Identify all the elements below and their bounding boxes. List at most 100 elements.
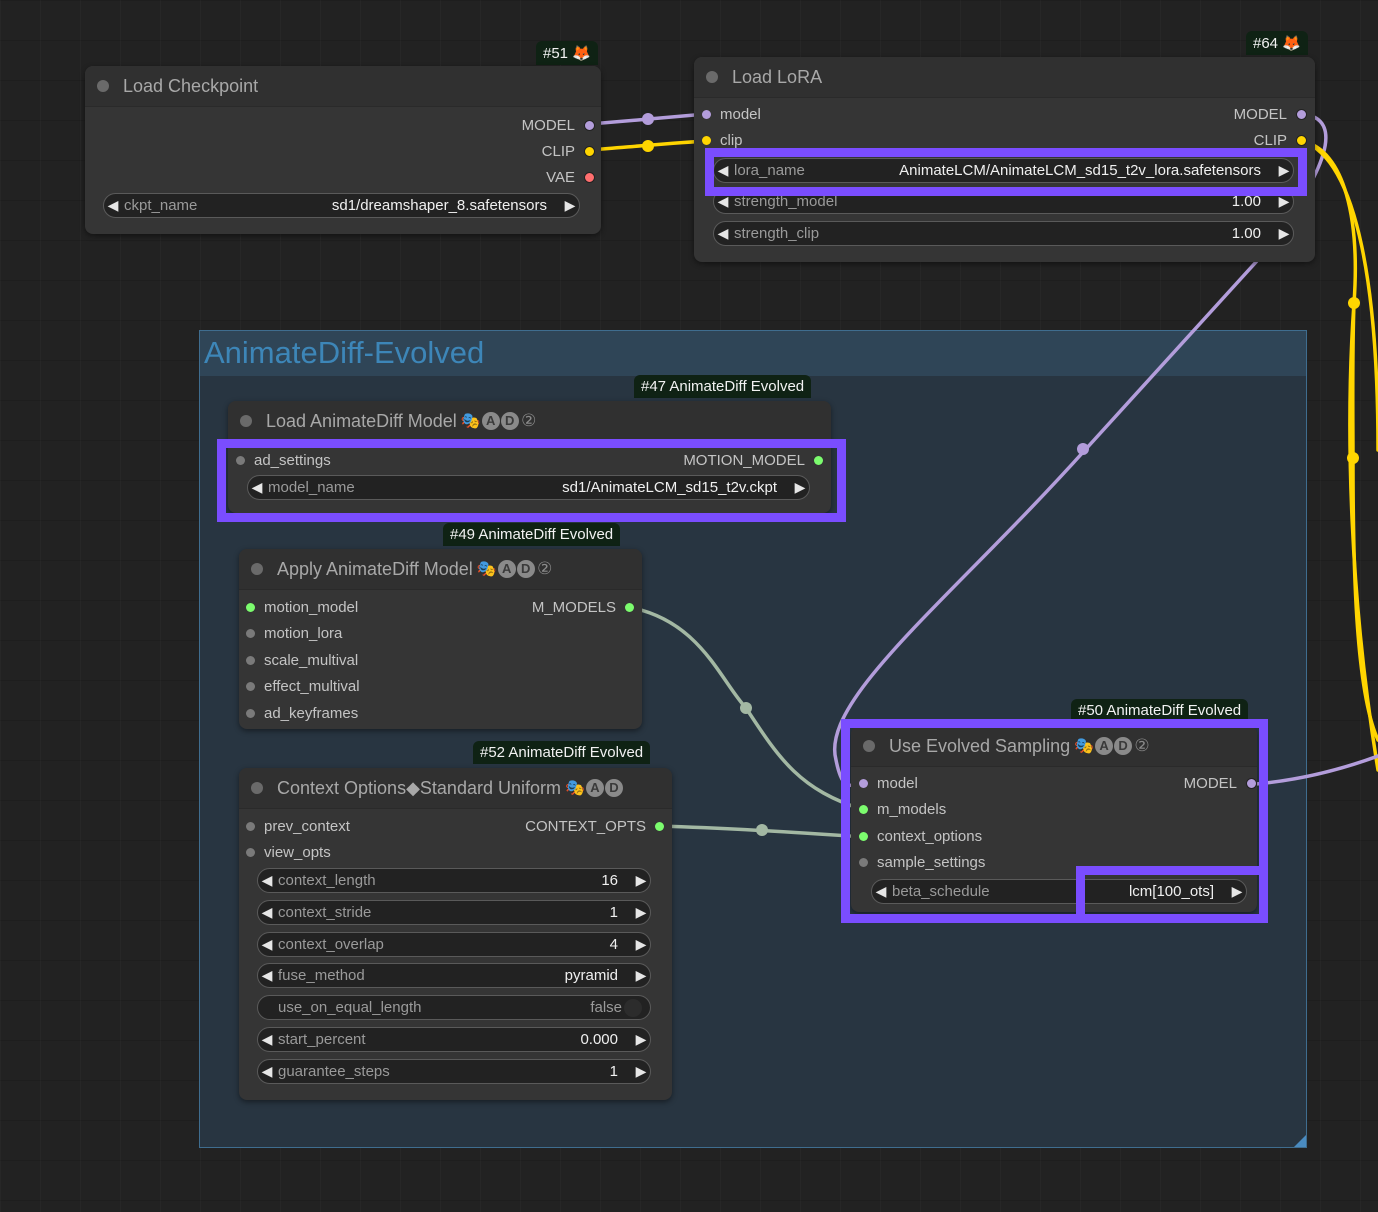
pin-dot-icon[interactable] <box>246 629 255 638</box>
arrow-left-icon[interactable]: ◀ <box>714 193 732 210</box>
arrow-left-icon[interactable]: ◀ <box>248 479 266 496</box>
node-context-options[interactable]: Context Options◆Standard Uniform 🎭 A D p… <box>239 768 672 1100</box>
input-slot-ad-settings[interactable]: ad_settings <box>236 452 331 469</box>
pin-dot-icon[interactable] <box>859 858 868 867</box>
pin-dot-icon[interactable] <box>859 805 868 814</box>
arrow-left-icon[interactable]: ◀ <box>258 936 276 953</box>
arrow-right-icon[interactable]: ▶ <box>1275 162 1293 179</box>
widget-value[interactable]: sd1/AnimateLCM_sd15_t2v.ckpt <box>562 479 791 496</box>
pin-dot-icon[interactable] <box>1296 135 1307 146</box>
arrow-right-icon[interactable]: ▶ <box>632 1031 650 1048</box>
output-slot-clip[interactable]: CLIP <box>1254 132 1307 149</box>
pin-dot-icon[interactable] <box>655 822 664 831</box>
widget-value[interactable]: 0.000 <box>580 1031 632 1048</box>
input-slot-model[interactable]: model <box>702 106 761 123</box>
widget-value[interactable]: AnimateLCM/AnimateLCM_sd15_t2v_lora.safe… <box>899 162 1275 179</box>
arrow-right-icon[interactable]: ▶ <box>632 1063 650 1080</box>
output-slot-clip[interactable]: CLIP <box>542 143 595 160</box>
widget-value[interactable]: 1.00 <box>1232 225 1275 242</box>
node-apply-animatediff-model[interactable]: Apply AnimateDiff Model 🎭 A D ② motion_m… <box>239 549 642 729</box>
arrow-right-icon[interactable]: ▶ <box>561 197 579 214</box>
collapse-dot-icon[interactable] <box>240 415 252 427</box>
arrow-right-icon[interactable]: ▶ <box>1275 225 1293 242</box>
node-title-bar[interactable]: Load LoRA <box>694 57 1315 98</box>
input-slot-ad-keyframes[interactable]: ad_keyframes <box>246 705 358 722</box>
input-slot-sample-settings[interactable]: sample_settings <box>859 854 985 871</box>
collapse-dot-icon[interactable] <box>706 71 718 83</box>
wire-reroute-dot[interactable] <box>756 824 768 836</box>
pin-dot-icon[interactable] <box>246 603 255 612</box>
arrow-right-icon[interactable]: ▶ <box>1275 193 1293 210</box>
pin-dot-icon[interactable] <box>1246 778 1257 789</box>
widget-model-name[interactable]: ◀ model_name sd1/AnimateLCM_sd15_t2v.ckp… <box>247 475 810 500</box>
input-slot-scale-multival[interactable]: scale_multival <box>246 652 358 669</box>
widget-context-stride[interactable]: ◀ context_stride 1 ▶ <box>257 900 651 925</box>
wire-reroute-dot[interactable] <box>1348 297 1360 309</box>
arrow-left-icon[interactable]: ◀ <box>714 225 732 242</box>
wire-reroute-dot[interactable] <box>642 140 654 152</box>
pin-dot-icon[interactable] <box>814 456 823 465</box>
widget-guarantee-steps[interactable]: ◀ guarantee_steps 1 ▶ <box>257 1059 651 1084</box>
widget-value[interactable]: lcm[100_ots] <box>1129 883 1228 900</box>
output-slot-model[interactable]: MODEL <box>522 117 595 134</box>
pin-dot-icon[interactable] <box>236 456 245 465</box>
arrow-left-icon[interactable]: ◀ <box>258 1031 276 1048</box>
widget-use-on-equal-length-toggle[interactable]: use_on_equal_length false <box>257 995 651 1020</box>
output-slot-model[interactable]: MODEL <box>1184 775 1257 792</box>
widget-ckpt-name[interactable]: ◀ ckpt_name sd1/dreamshaper_8.safetensor… <box>103 193 580 218</box>
collapse-dot-icon[interactable] <box>97 80 109 92</box>
pin-dot-icon[interactable] <box>246 822 255 831</box>
collapse-dot-icon[interactable] <box>251 782 263 794</box>
widget-value[interactable]: 16 <box>601 872 632 889</box>
widget-fuse-method[interactable]: ◀ fuse_method pyramid ▶ <box>257 963 651 988</box>
pin-dot-icon[interactable] <box>1296 109 1307 120</box>
output-slot-m-models[interactable]: M_MODELS <box>532 599 634 616</box>
output-slot-context-opts[interactable]: CONTEXT_OPTS <box>525 818 664 835</box>
arrow-right-icon[interactable]: ▶ <box>1228 883 1246 900</box>
widget-lora-name[interactable]: ◀ lora_name AnimateLCM/AnimateLCM_sd15_t… <box>713 158 1294 183</box>
arrow-left-icon[interactable]: ◀ <box>258 904 276 921</box>
node-title-bar[interactable]: Load Checkpoint <box>85 66 601 107</box>
toggle-knob-icon[interactable] <box>624 998 642 1017</box>
output-slot-motion-model[interactable]: MOTION_MODEL <box>683 452 823 469</box>
wire-reroute-dot[interactable] <box>740 702 752 714</box>
input-slot-context-options[interactable]: context_options <box>859 828 982 845</box>
input-slot-m-models[interactable]: m_models <box>859 801 946 818</box>
collapse-dot-icon[interactable] <box>863 740 875 752</box>
pin-dot-icon[interactable] <box>584 146 595 157</box>
wire-model-50-out[interactable] <box>1254 754 1378 786</box>
node-load-lora[interactable]: Load LoRA model clip MODEL CLIP ◀ lora_n… <box>694 57 1315 262</box>
arrow-right-icon[interactable]: ▶ <box>632 904 650 921</box>
arrow-left-icon[interactable]: ◀ <box>872 883 890 900</box>
arrow-right-icon[interactable]: ▶ <box>632 872 650 889</box>
input-slot-motion-lora[interactable]: motion_lora <box>246 625 342 642</box>
input-slot-prev-context[interactable]: prev_context <box>246 818 350 835</box>
node-title-bar[interactable]: Apply AnimateDiff Model 🎭 A D ② <box>239 549 642 590</box>
pin-dot-icon[interactable] <box>246 709 255 718</box>
pin-dot-icon[interactable] <box>702 136 711 145</box>
widget-value[interactable]: 1 <box>610 904 632 921</box>
widget-start-percent[interactable]: ◀ start_percent 0.000 ▶ <box>257 1027 651 1052</box>
widget-context-overlap[interactable]: ◀ context_overlap 4 ▶ <box>257 932 651 957</box>
pin-dot-icon[interactable] <box>625 603 634 612</box>
input-slot-motion-model[interactable]: motion_model <box>246 599 358 616</box>
arrow-left-icon[interactable]: ◀ <box>104 197 122 214</box>
wire-reroute-dot[interactable] <box>642 113 654 125</box>
pin-dot-icon[interactable] <box>859 832 868 841</box>
pin-dot-icon[interactable] <box>584 172 595 183</box>
pin-dot-icon[interactable] <box>702 110 711 119</box>
arrow-right-icon[interactable]: ▶ <box>632 936 650 953</box>
node-title-bar[interactable]: Load AnimateDiff Model 🎭 A D ② <box>228 401 831 442</box>
output-slot-vae[interactable]: VAE <box>546 169 595 186</box>
wire-reroute-dot[interactable] <box>1347 452 1359 464</box>
pin-dot-icon[interactable] <box>246 656 255 665</box>
node-use-evolved-sampling[interactable]: Use Evolved Sampling 🎭 A D ② model m_mod… <box>851 726 1257 912</box>
input-slot-model[interactable]: model <box>859 775 918 792</box>
collapse-dot-icon[interactable] <box>251 563 263 575</box>
node-title-bar[interactable]: Use Evolved Sampling 🎭 A D ② <box>851 726 1257 767</box>
widget-value[interactable]: pyramid <box>565 967 632 984</box>
input-slot-effect-multival[interactable]: effect_multival <box>246 678 360 695</box>
node-load-checkpoint[interactable]: Load Checkpoint MODEL CLIP VAE ◀ ckpt_na… <box>85 66 601 234</box>
widget-context-length[interactable]: ◀ context_length 16 ▶ <box>257 868 651 893</box>
pin-dot-icon[interactable] <box>584 120 595 131</box>
